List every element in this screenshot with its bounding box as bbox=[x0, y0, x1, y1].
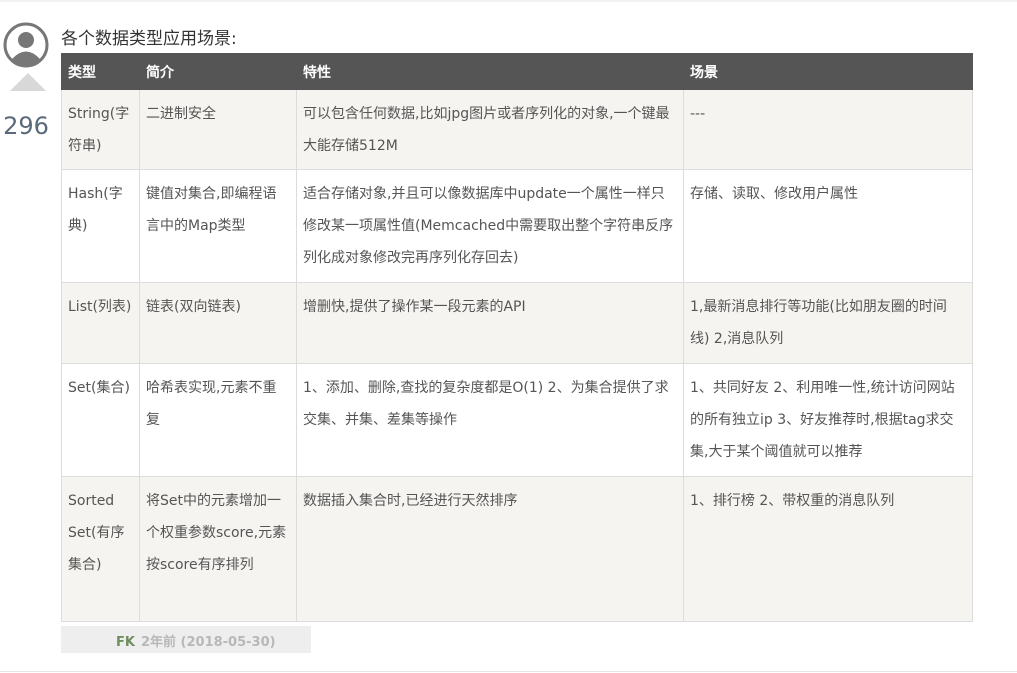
bottom-divider bbox=[0, 671, 1017, 672]
cell-features: 适合存储对象,并且可以像数据库中update一个属性一样只修改某一项属性值(Me… bbox=[296, 169, 684, 283]
cell-scenario: 存储、读取、修改用户属性 bbox=[683, 169, 973, 283]
cell-type: Sorted Set(有序集合) bbox=[61, 476, 140, 622]
cell-scenario: 1、共同好友 2、利用唯一性,统计访问网站的所有独立ip 3、好友推荐时,根据t… bbox=[683, 363, 973, 477]
cell-scenario: 1、排行榜 2、带权重的消息队列 bbox=[683, 476, 973, 622]
data-types-table: 类型 简介 特性 场景 String(字符串) 二进制安全 可以包含任何数据,比… bbox=[61, 53, 973, 622]
user-avatar-icon[interactable] bbox=[3, 22, 49, 68]
table-row: List(列表) 链表(双向链表) 增删快,提供了操作某一段元素的API 1,最… bbox=[61, 282, 973, 364]
intro-text: 各个数据类型应用场景: bbox=[61, 29, 237, 49]
vote-count: 296 bbox=[3, 112, 49, 140]
cell-features: 数据插入集合时,已经进行天然排序 bbox=[296, 476, 684, 622]
table-row: String(字符串) 二进制安全 可以包含任何数据,比如jpg图片或者序列化的… bbox=[61, 89, 973, 170]
cell-features: 增删快,提供了操作某一段元素的API bbox=[296, 282, 684, 364]
header-features: 特性 bbox=[296, 53, 684, 90]
cell-scenario: --- bbox=[683, 89, 973, 170]
cell-intro: 链表(双向链表) bbox=[139, 282, 297, 364]
table-row: Hash(字典) 键值对集合,即编程语言中的Map类型 适合存储对象,并且可以像… bbox=[61, 169, 973, 283]
comment-time: 2年前 (2018-05-30) bbox=[140, 635, 276, 650]
cell-intro: 将Set中的元素增加一个权重参数score,元素按score有序排列 bbox=[139, 476, 297, 622]
cell-type: Set(集合) bbox=[61, 363, 140, 477]
table-row: Set(集合) 哈希表实现,元素不重复 1、添加、删除,查找的复杂度都是O(1)… bbox=[61, 363, 973, 477]
vote-up-icon[interactable] bbox=[10, 73, 46, 91]
cell-intro: 二进制安全 bbox=[139, 89, 297, 170]
cell-intro: 键值对集合,即编程语言中的Map类型 bbox=[139, 169, 297, 283]
cell-intro: 哈希表实现,元素不重复 bbox=[139, 363, 297, 477]
table-row: Sorted Set(有序集合) 将Set中的元素增加一个权重参数score,元… bbox=[61, 476, 973, 622]
cell-type: Hash(字典) bbox=[61, 169, 140, 283]
comment-author[interactable]: FK bbox=[116, 635, 135, 650]
cell-scenario: 1,最新消息排行等功能(比如朋友圈的时间线) 2,消息队列 bbox=[683, 282, 973, 364]
cell-type: List(列表) bbox=[61, 282, 140, 364]
cell-features: 可以包含任何数据,比如jpg图片或者序列化的对象,一个键最大能存储512M bbox=[296, 89, 684, 170]
header-intro: 简介 bbox=[139, 53, 297, 90]
header-scenario: 场景 bbox=[683, 53, 973, 90]
header-type: 类型 bbox=[61, 53, 140, 90]
table-header-row: 类型 简介 特性 场景 bbox=[61, 53, 973, 90]
top-border bbox=[0, 0, 1017, 2]
comment-meta: FK 2年前 (2018-05-30) bbox=[116, 631, 276, 650]
cell-features: 1、添加、删除,查找的复杂度都是O(1) 2、为集合提供了求交集、并集、差集等操… bbox=[296, 363, 684, 477]
cell-type: String(字符串) bbox=[61, 89, 140, 170]
